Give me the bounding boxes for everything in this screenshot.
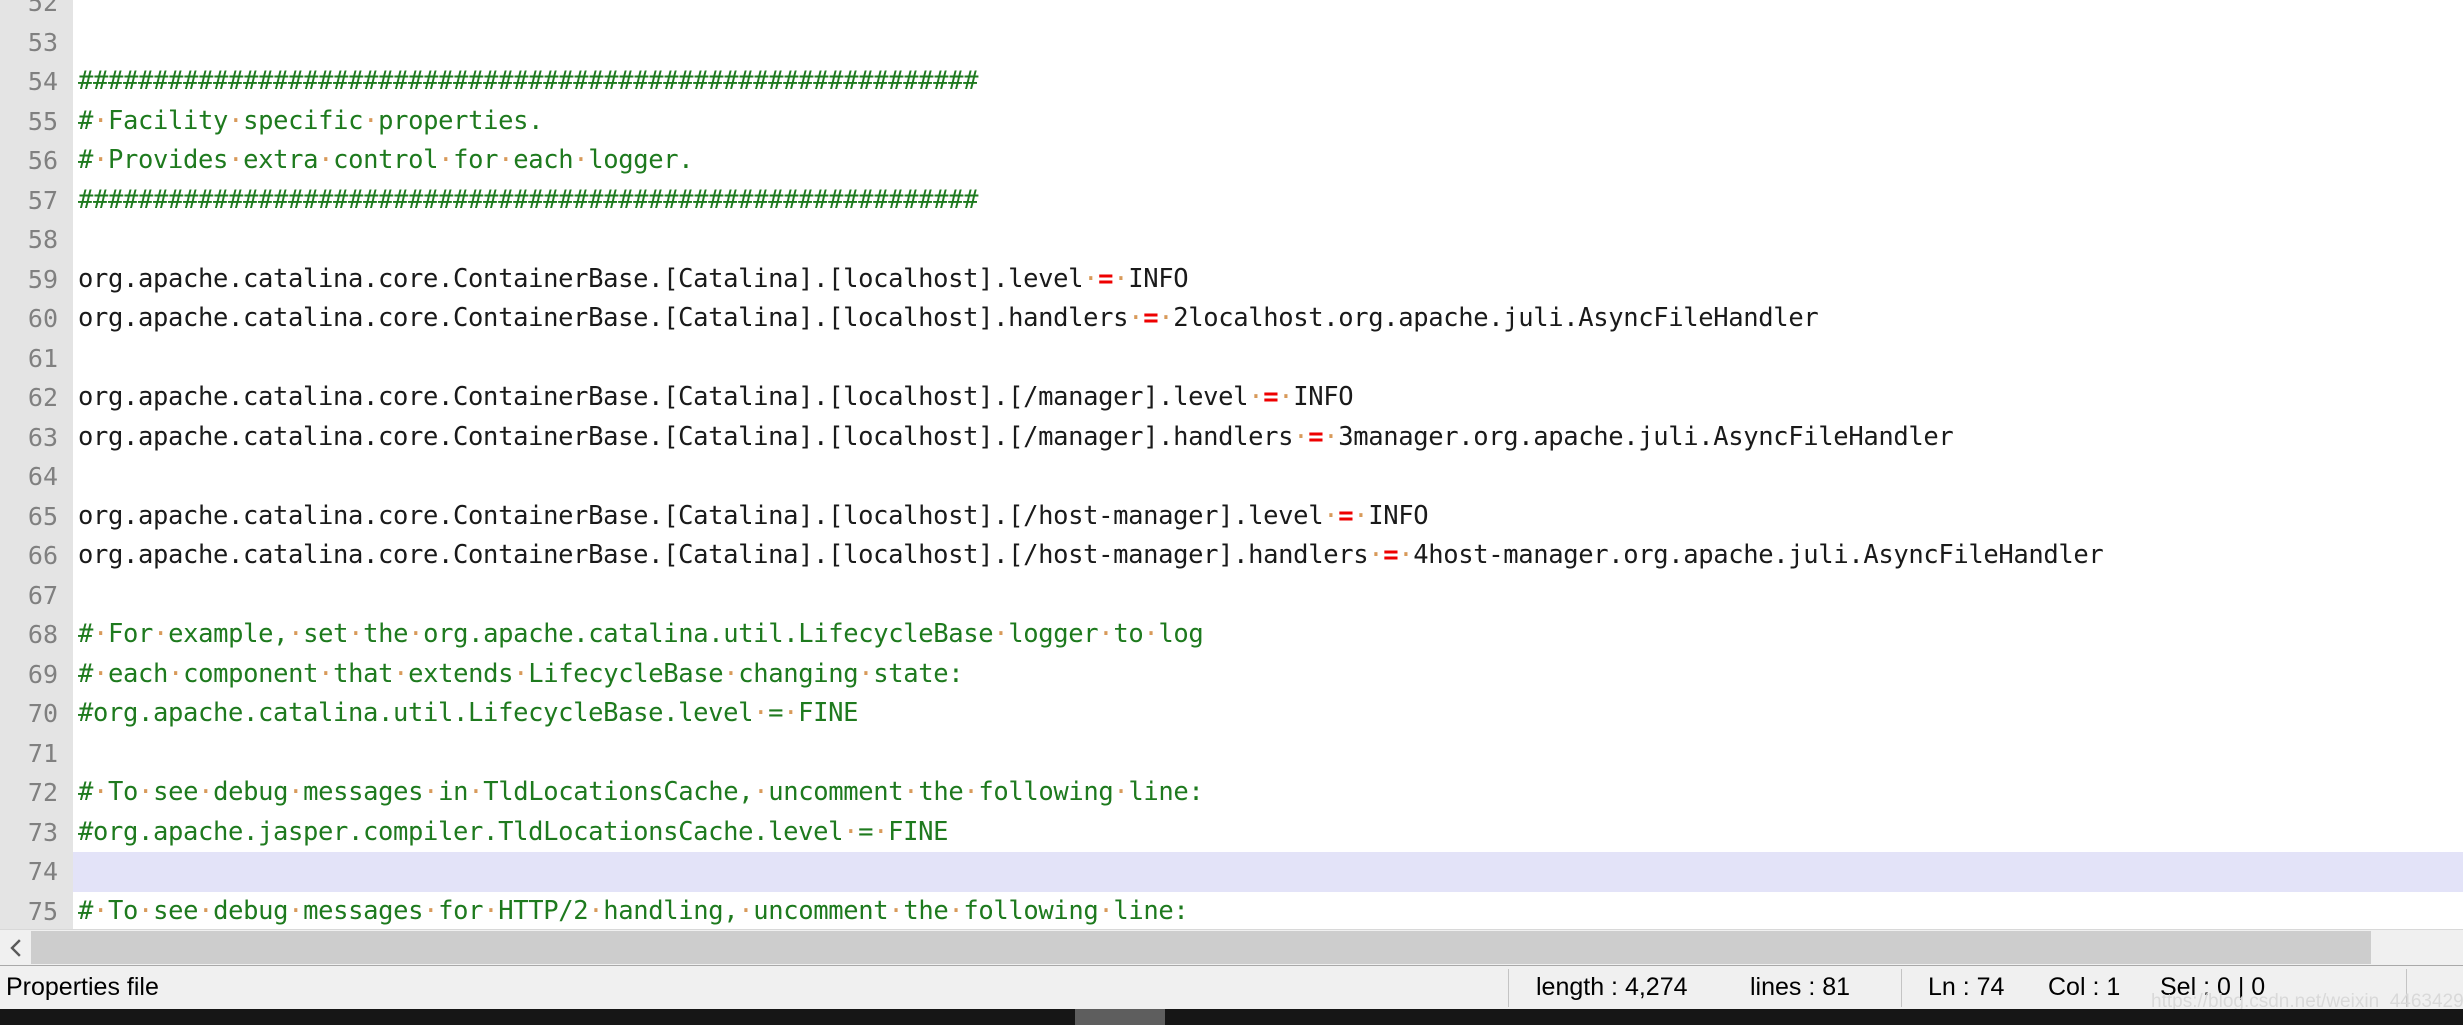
code-line[interactable]: 72 #·To·see·debug·messages·in·TldLocation… (0, 773, 2463, 813)
status-bar: Properties file length : 4,274 lines : 8… (0, 965, 2463, 1009)
chevron-left-icon (9, 938, 23, 958)
code-line-text[interactable]: #·Facility·specific·properties. (78, 102, 544, 142)
line-number: 60 (27, 304, 58, 333)
line-number: 55 (27, 106, 58, 136)
status-separator (1901, 969, 1902, 1007)
notepadpp-window: 52 53 54 ##################################… (0, 0, 2463, 1025)
status-separator (2406, 969, 2407, 1007)
line-number: 59 (27, 264, 58, 294)
line-number: 68 (27, 620, 58, 649)
code-line-text[interactable]: org.apache.catalina.core.ContainerBase.[… (78, 497, 1429, 537)
code-line[interactable]: 75 #·To·see·debug·messages·for·HTTP/2·han… (0, 891, 2463, 930)
scroll-left-button[interactable] (0, 930, 31, 965)
code-line[interactable]: 65 org.apache.catalina.core.ContainerBase… (0, 496, 2463, 537)
code-line[interactable]: 69 #·each·component·that·extends·Lifecycl… (0, 654, 2463, 695)
line-number: 73 (27, 817, 58, 847)
line-number: 65 (27, 501, 58, 531)
status-selection: Sel : 0 | 0 (2160, 973, 2266, 1001)
line-number: 72 (27, 778, 58, 807)
code-line[interactable]: 58 (0, 220, 2463, 260)
code-line-text[interactable]: #org.apache.jasper.compiler.TldLocations… (78, 813, 949, 853)
code-line-text[interactable]: ########################################… (78, 181, 978, 221)
horizontal-scrollbar[interactable] (0, 929, 2463, 965)
code-line-text[interactable]: org.apache.catalina.core.ContainerBase.[… (78, 418, 1954, 458)
code-line-text[interactable]: org.apache.catalina.core.ContainerBase.[… (78, 536, 2104, 576)
status-document-type: Properties file (6, 973, 159, 1001)
line-number: 71 (27, 738, 58, 768)
status-length: length : 4,274 (1536, 973, 1688, 1001)
code-line-text[interactable]: #·For·example,·set·the·org.apache.catali… (78, 615, 1204, 655)
code-line[interactable]: 67 (0, 575, 2463, 615)
code-line[interactable]: 61 (0, 338, 2463, 378)
code-line[interactable]: 59 org.apache.catalina.core.ContainerBase… (0, 259, 2463, 300)
code-line[interactable]: 56 #·Provides·extra·control·for·each·logg… (0, 141, 2463, 181)
code-line[interactable]: 66 org.apache.catalina.core.ContainerBase… (0, 536, 2463, 576)
line-number: 62 (27, 383, 58, 412)
line-number: 67 (27, 580, 58, 610)
code-line[interactable]: 62 org.apache.catalina.core.ContainerBase… (0, 378, 2463, 418)
code-line[interactable]: 63 org.apache.catalina.core.ContainerBase… (0, 417, 2463, 458)
status-separator (1508, 969, 1509, 1007)
horizontal-scrollbar-thumb[interactable] (31, 931, 2371, 964)
code-line[interactable]: 74 (0, 852, 2463, 892)
code-line[interactable]: 73 #org.apache.jasper.compiler.TldLocatio… (0, 812, 2463, 853)
code-line-text[interactable]: #·To·see·debug·messages·for·HTTP/2·handl… (78, 892, 1189, 930)
code-line[interactable]: 54 ######################################… (0, 62, 2463, 102)
status-caret-line: Ln : 74 (1928, 973, 2005, 1001)
code-line-text[interactable]: org.apache.catalina.core.ContainerBase.[… (78, 378, 1354, 418)
line-number: 53 (27, 27, 58, 57)
line-number: 74 (27, 857, 58, 886)
line-number: 57 (27, 185, 58, 215)
status-line-count: lines : 81 (1750, 973, 1851, 1001)
line-number: 52 (27, 0, 58, 17)
code-line-text[interactable]: #org.apache.catalina.util.LifecycleBase.… (78, 694, 859, 734)
line-number: 69 (27, 659, 58, 689)
taskbar-strip (0, 1009, 2463, 1025)
status-caret-column: Col : 1 (2048, 973, 2121, 1001)
code-line[interactable]: 55 #·Facility·specific·properties. (0, 101, 2463, 142)
code-lines-container[interactable]: 52 53 54 ##################################… (0, 0, 2463, 929)
code-line-text[interactable]: ########################################… (78, 62, 978, 102)
code-line-text[interactable]: org.apache.catalina.core.ContainerBase.[… (78, 260, 1189, 300)
line-number: 64 (27, 462, 58, 491)
line-number: 63 (27, 422, 58, 452)
line-number: 58 (27, 225, 58, 254)
line-number: 61 (27, 343, 58, 373)
code-line[interactable]: 52 (0, 0, 2463, 23)
line-number: 56 (27, 146, 58, 175)
code-line[interactable]: 64 (0, 457, 2463, 497)
text-editor-area[interactable]: 52 53 54 ##################################… (0, 0, 2463, 929)
code-line[interactable]: 71 (0, 733, 2463, 773)
code-line-text[interactable]: #·Provides·extra·control·for·each·logger… (78, 141, 694, 181)
code-line-text[interactable]: org.apache.catalina.core.ContainerBase.[… (78, 299, 1819, 339)
line-number: 75 (27, 896, 58, 926)
code-line[interactable]: 57 ######################################… (0, 180, 2463, 221)
code-line[interactable]: 68 #·For·example,·set·the·org.apache.cata… (0, 615, 2463, 655)
code-line[interactable]: 60 org.apache.catalina.core.ContainerBase… (0, 299, 2463, 339)
code-line[interactable]: 53 (0, 22, 2463, 62)
code-line-text[interactable]: #·each·component·that·extends·LifecycleB… (78, 655, 964, 695)
line-number: 54 (27, 67, 58, 96)
code-line-text[interactable]: #·To·see·debug·messages·in·TldLocationsC… (78, 773, 1204, 813)
line-number: 70 (27, 699, 58, 728)
taskbar-highlight (1075, 1009, 1165, 1025)
code-line[interactable]: 70 #org.apache.catalina.util.LifecycleBas… (0, 694, 2463, 734)
line-number: 66 (27, 541, 58, 570)
